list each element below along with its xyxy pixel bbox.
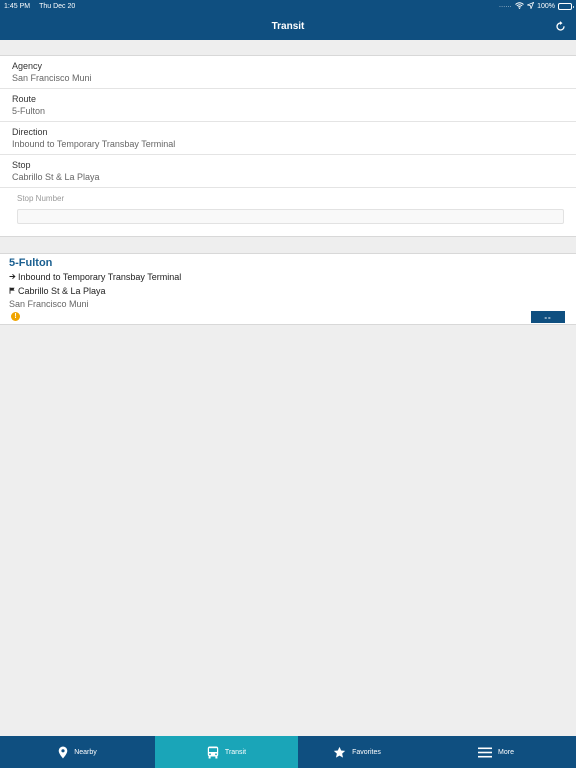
tab-more-label: More [498,748,514,756]
route-label: Route [12,94,37,104]
status-bar: 1:45 PM Thu Dec 20 ...... 100% [0,0,576,12]
route-value: 5-Fulton [12,106,46,116]
bus-icon [207,746,219,759]
tab-transit-label: Transit [224,748,247,756]
stop-value: Cabrillo St & La Playa [12,172,100,182]
stop-number-input[interactable] [17,209,564,224]
nav-bar: Transit [0,12,576,40]
direction-label: Direction [12,127,48,137]
battery-percent: 100% [537,2,555,10]
signal-indicator: ...... [499,3,513,9]
tab-nearby[interactable]: Nearby [0,736,155,768]
tab-favorites-label: Favorites [352,748,381,756]
stop-label: Stop [12,160,31,170]
result-direction: Inbound to Temporary Transbay Terminal [18,272,182,282]
status-date: Thu Dec 20 [39,2,76,10]
stop-number-section: Stop Number [0,188,576,236]
stop-row[interactable]: Stop Cabrillo St & La Playa [0,155,576,188]
direction-row[interactable]: Direction Inbound to Temporary Transbay … [0,122,576,155]
wifi-icon [515,1,524,11]
alert-icon[interactable]: ! [11,312,20,321]
prediction-card[interactable]: 5-Fulton Inbound to Temporary Transbay T… [0,253,576,325]
eta-badge[interactable]: -- [531,311,565,323]
location-arrow-icon [526,1,535,11]
direction-value: Inbound to Temporary Transbay Terminal [12,139,176,149]
refresh-icon[interactable] [552,18,568,34]
tab-favorites[interactable]: Favorites [298,736,416,768]
location-pin-icon [58,746,68,759]
star-icon [333,746,346,759]
result-stop: Cabrillo St & La Playa [18,286,106,296]
transit-form: Agency San Francisco Muni Route 5-Fulton… [0,55,576,237]
menu-icon [478,747,493,758]
flag-icon [9,284,16,298]
agency-value: San Francisco Muni [12,73,92,83]
result-stop-line: Cabrillo St & La Playa [9,284,567,298]
result-agency: San Francisco Muni [9,299,89,309]
tab-transit[interactable]: Transit [155,736,298,768]
route-row[interactable]: Route 5-Fulton [0,89,576,122]
agency-label: Agency [12,61,43,71]
status-time: 1:45 PM [4,2,31,10]
agency-row[interactable]: Agency San Francisco Muni [0,56,576,89]
tab-nearby-label: Nearby [74,748,97,756]
result-route-title: 5-Fulton [9,257,53,269]
stop-number-label: Stop Number [17,194,65,203]
tab-bar: Nearby Transit Favorites More [0,736,576,768]
page-title: Transit [271,20,305,32]
tab-more[interactable]: More [416,736,576,768]
arrow-right-icon [9,270,16,284]
result-direction-line: Inbound to Temporary Transbay Terminal [9,270,567,284]
battery-icon [558,2,574,10]
